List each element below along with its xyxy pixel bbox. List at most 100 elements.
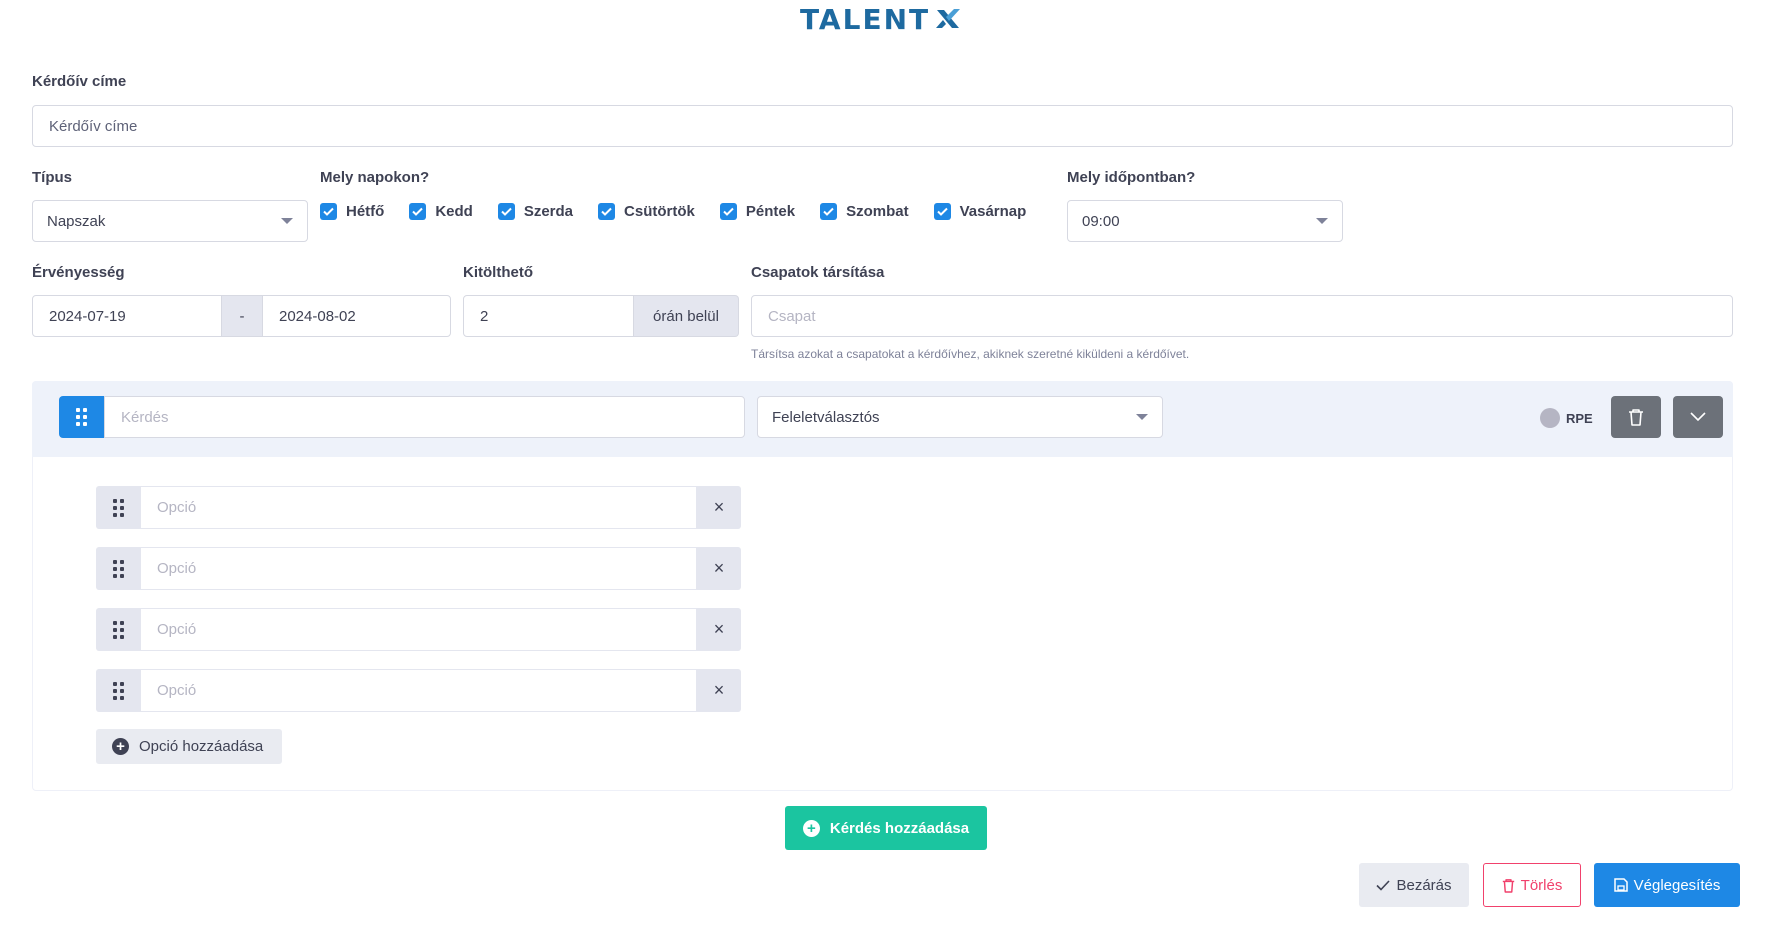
rpe-label: RPE: [1566, 410, 1593, 426]
check-icon: [598, 203, 616, 220]
question-drag-handle[interactable]: [59, 396, 104, 438]
teams-label: Csapatok társítása: [751, 264, 885, 281]
day-checkbox-hetfo[interactable]: Hétfő: [320, 203, 384, 220]
remove-option-button[interactable]: ×: [697, 608, 741, 651]
fillable-group: 2 órán belül: [463, 295, 739, 337]
check-icon: [409, 203, 427, 220]
chevron-down-icon: [1136, 414, 1148, 420]
fillable-hours-input[interactable]: 2: [463, 295, 634, 337]
time-select-value: 09:00: [1082, 212, 1120, 230]
validity-from-input[interactable]: 2024-07-19: [32, 295, 222, 337]
validity-label: Érvényesség: [32, 264, 125, 281]
days-label: Mely napokon?: [320, 169, 430, 186]
check-icon: [497, 203, 515, 220]
day-checkbox-kedd[interactable]: Kedd: [409, 203, 473, 220]
day-checkbox-vasarnap[interactable]: Vasárnap: [933, 203, 1027, 220]
day-checkbox-szombat[interactable]: Szombat: [820, 203, 909, 220]
close-icon: ×: [713, 497, 725, 517]
option-drag-handle[interactable]: [96, 608, 140, 651]
validity-range: 2024-07-19 - 2024-08-02: [32, 295, 451, 337]
collapse-question-button[interactable]: [1673, 396, 1723, 438]
option-input[interactable]: Opció: [140, 486, 697, 529]
validity-separator: -: [222, 295, 262, 337]
close-button[interactable]: Bezárás: [1359, 863, 1469, 907]
rpe-toggle[interactable]: RPE: [1540, 408, 1593, 428]
fillable-label: Kitölthető: [463, 264, 533, 281]
check-icon: [933, 203, 951, 220]
drag-handle-icon: [76, 408, 87, 426]
type-label: Típus: [32, 169, 72, 186]
option-input[interactable]: Opció: [140, 608, 697, 651]
teams-input[interactable]: Csapat: [751, 295, 1733, 337]
drag-handle-icon: [112, 498, 124, 517]
type-select-value: Napszak: [47, 212, 106, 230]
add-option-button[interactable]: + Opció hozzáadása: [96, 729, 282, 764]
option-input[interactable]: Opció: [140, 669, 697, 712]
save-icon: [1613, 878, 1628, 892]
day-label: Csütörtök: [624, 203, 695, 220]
day-label: Hétfő: [346, 203, 385, 220]
option-drag-handle[interactable]: [96, 669, 140, 712]
question-type-value: Feleletválasztós: [772, 408, 880, 426]
question-type-select[interactable]: Feleletválasztós: [757, 396, 1163, 438]
delete-button[interactable]: Törlés: [1483, 863, 1581, 907]
day-label: Péntek: [745, 203, 796, 220]
finalize-button[interactable]: Véglegesítés: [1594, 863, 1740, 907]
fillable-suffix: órán belül: [634, 295, 739, 337]
brand-logo: TALENT: [800, 2, 962, 36]
trash-icon: [1629, 409, 1643, 426]
delete-label: Törlés: [1520, 876, 1563, 894]
check-icon: [1376, 879, 1391, 891]
day-label: Szerda: [523, 203, 574, 220]
option-row: Opció ×: [96, 547, 741, 590]
question-input[interactable]: Kérdés: [104, 396, 745, 438]
days-checkbox-group: Hétfő Kedd Szerda Csütörtök Péntek Szomb…: [320, 203, 1026, 220]
drag-handle-icon: [112, 620, 124, 639]
close-icon: ×: [713, 680, 725, 700]
day-label: Kedd: [435, 203, 473, 220]
day-checkbox-csutortok[interactable]: Csütörtök: [598, 203, 695, 220]
remove-option-button[interactable]: ×: [697, 669, 741, 712]
option-input[interactable]: Opció: [140, 547, 697, 590]
check-icon: [320, 203, 337, 220]
logo-x-icon: [936, 9, 961, 28]
drag-handle-icon: [112, 681, 124, 700]
day-label: Vasárnap: [959, 203, 1027, 220]
close-label: Bezárás: [1396, 876, 1452, 894]
finalize-label: Véglegesítés: [1633, 876, 1721, 894]
teams-hint: Társítsa azokat a csapatokat a kérdőívhe…: [751, 347, 1190, 361]
logo-text: TALENT: [800, 2, 931, 36]
remove-option-button[interactable]: ×: [697, 486, 741, 529]
trash-icon: [1502, 878, 1514, 893]
toggle-icon: [1540, 408, 1560, 428]
close-icon: ×: [713, 619, 725, 639]
time-select[interactable]: 09:00: [1067, 200, 1343, 242]
day-checkbox-pentek[interactable]: Péntek: [719, 203, 796, 220]
chevron-down-icon: [281, 218, 293, 224]
add-question-button[interactable]: + Kérdés hozzáadása: [785, 806, 987, 850]
remove-option-button[interactable]: ×: [697, 547, 741, 590]
day-label: Szombat: [846, 203, 909, 220]
add-question-label: Kérdés hozzáadása: [829, 819, 970, 837]
time-label: Mely időpontban?: [1067, 169, 1196, 186]
drag-handle-icon: [112, 559, 124, 578]
option-row: Opció ×: [96, 608, 741, 651]
option-row: Opció ×: [96, 486, 741, 529]
check-icon: [719, 203, 737, 220]
close-icon: ×: [713, 558, 725, 578]
plus-circle-icon: +: [802, 819, 820, 837]
add-option-label: Opció hozzáadása: [139, 738, 264, 755]
chevron-down-icon: [1690, 412, 1706, 422]
option-drag-handle[interactable]: [96, 486, 140, 529]
plus-circle-icon: +: [112, 738, 129, 755]
day-checkbox-szerda[interactable]: Szerda: [497, 203, 574, 220]
check-icon: [820, 203, 838, 220]
chevron-down-icon: [1316, 218, 1328, 224]
delete-question-button[interactable]: [1611, 396, 1661, 438]
validity-to-input[interactable]: 2024-08-02: [262, 295, 451, 337]
survey-title-input[interactable]: Kérdőív címe: [32, 105, 1733, 147]
survey-title-label: Kérdőív címe: [32, 73, 127, 90]
option-row: Opció ×: [96, 669, 741, 712]
type-select[interactable]: Napszak: [32, 200, 308, 242]
option-drag-handle[interactable]: [96, 547, 140, 590]
